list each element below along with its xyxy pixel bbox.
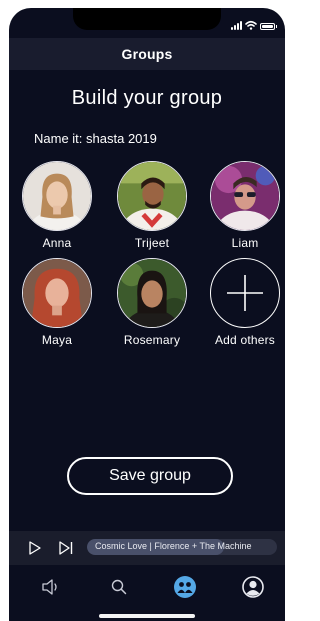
plus-icon <box>227 275 263 311</box>
mini-player: Cosmic Love | Florence + The Machine <box>9 531 285 565</box>
avatar <box>22 258 92 328</box>
battery-nub <box>276 25 277 28</box>
add-others-label: Add others <box>214 333 276 347</box>
page-title: Build your group <box>71 87 223 109</box>
avatar-photo <box>23 162 91 230</box>
speaker-icon[interactable] <box>39 575 63 599</box>
search-icon[interactable] <box>107 575 131 599</box>
track-title: Cosmic Love | Florence + The Machine <box>95 541 252 551</box>
avatar-photo <box>211 162 279 230</box>
wifi-icon <box>245 20 257 30</box>
member-anna[interactable]: Anna <box>17 161 97 250</box>
signal-icon <box>231 21 242 30</box>
avatar-photo <box>118 259 186 327</box>
member-rosemary[interactable]: Rosemary <box>112 258 192 347</box>
track-progress[interactable]: Cosmic Love | Florence + The Machine <box>87 539 277 555</box>
status-icons <box>231 20 277 30</box>
member-trijeet[interactable]: Trijeet <box>112 161 192 250</box>
play-icon[interactable] <box>27 540 43 556</box>
avatar-photo <box>23 259 91 327</box>
next-track-icon[interactable] <box>58 540 74 556</box>
save-group-button[interactable]: Save group <box>67 457 233 495</box>
member-name: Liam <box>231 236 259 250</box>
member-name: Trijeet <box>134 236 170 250</box>
home-indicator <box>99 614 195 618</box>
member-name: Rosemary <box>123 333 181 347</box>
tab-bar <box>9 565 285 621</box>
nav-header: Groups <box>9 38 285 70</box>
profile-icon[interactable] <box>241 575 265 599</box>
avatar <box>117 161 187 231</box>
phone-screen: Groups Build your group Name it: shasta … <box>9 8 285 621</box>
member-liam[interactable]: Liam <box>205 161 285 250</box>
group-name-prefix: Name it: <box>34 131 83 146</box>
groups-icon[interactable] <box>173 575 197 599</box>
avatar <box>210 161 280 231</box>
add-circle[interactable] <box>210 258 280 328</box>
avatar <box>117 258 187 328</box>
battery-icon <box>260 23 275 30</box>
group-name-field[interactable]: Name it: shasta 2019 <box>34 131 157 146</box>
member-name: Maya <box>41 333 73 347</box>
avatar <box>22 161 92 231</box>
device-notch <box>73 8 221 30</box>
member-maya[interactable]: Maya <box>17 258 97 347</box>
group-name-value: shasta 2019 <box>86 131 157 146</box>
add-others-button[interactable]: Add others <box>205 258 285 347</box>
member-name: Anna <box>42 236 72 250</box>
header-title: Groups <box>121 46 173 62</box>
avatar-photo <box>118 162 186 230</box>
